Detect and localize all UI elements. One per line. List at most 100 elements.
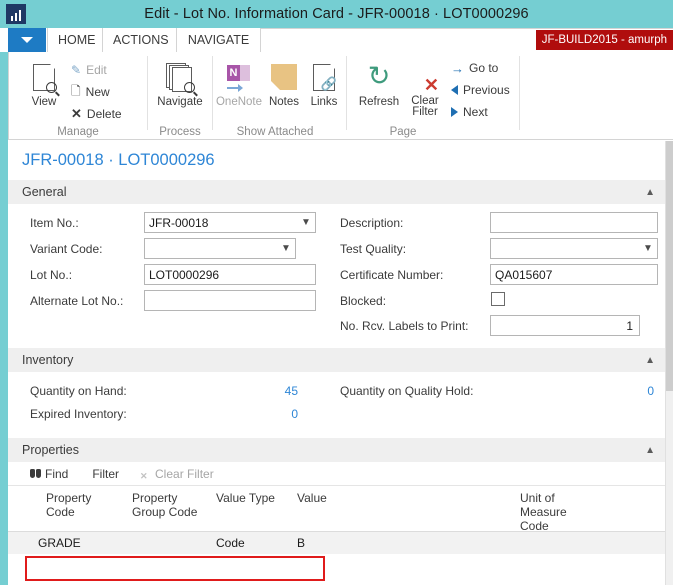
edit-button[interactable]: ✎ Edit (71, 60, 107, 80)
links-chain-icon: 🔗 (303, 58, 345, 96)
section-title-inventory: Inventory (22, 353, 74, 367)
ribbon-group-show-attached: N OneNote Notes 🔗 Links Show Attached (213, 52, 337, 140)
triangle-left-icon (451, 85, 458, 95)
ribbon-toolbar: View ✎ Edit 🗋 New ✕ Delete Manage Naviga… (8, 52, 673, 140)
application-menu-button[interactable] (8, 28, 46, 52)
properties-grid-header: Property Code Property Group Code Value … (8, 486, 665, 533)
dynamics-nav-logo-icon (6, 4, 26, 24)
go-to-button[interactable]: → Go to (451, 58, 498, 78)
variant-code-dropdown-arrow[interactable]: ▼ (278, 239, 294, 258)
arrow-right-icon: → (451, 60, 464, 76)
section-header-properties[interactable]: Properties ▲ (8, 438, 665, 462)
title-bar: Edit - Lot No. Information Card - JFR-00… (0, 0, 673, 28)
cell-value-type: Code (216, 536, 245, 550)
quantity-on-hand-value[interactable]: 45 (238, 384, 298, 398)
chevron-down-icon (21, 37, 33, 43)
properties-toolbar: Find Filter ✕ Clear Filter (8, 462, 665, 486)
chevron-up-icon[interactable]: ▲ (645, 187, 655, 198)
test-quality-input[interactable] (490, 238, 658, 259)
column-header-value[interactable]: Value (297, 491, 367, 505)
pencil-icon: ✎ (71, 63, 82, 77)
clear-filter-icon: ✕ (140, 470, 148, 481)
notes-button[interactable]: Notes (263, 58, 305, 108)
ribbon-group-process: Navigate Process (148, 52, 212, 140)
column-header-unit-of-measure-code[interactable]: Unit of Measure Code (520, 491, 580, 533)
ribbon-separator (519, 56, 520, 130)
lot-no-input[interactable] (144, 264, 316, 285)
ribbon-group-manage: View ✎ Edit 🗋 New ✕ Delete Manage (9, 52, 147, 140)
description-input[interactable] (490, 212, 658, 233)
general-fields: Item No.: ▼ Variant Code: ▼ Lot No.: Alt… (8, 204, 665, 336)
ribbon-tab-strip: HOME ACTIONS NAVIGATE JF-BUILD2015 - amu… (0, 28, 673, 52)
scrollbar-thumb[interactable] (666, 141, 673, 391)
build-environment-badge: JF-BUILD2015 - amurph (535, 30, 673, 50)
clear-filter-grid-button[interactable]: ✕ Clear Filter (131, 467, 222, 481)
alternate-lot-no-label: Alternate Lot No.: (30, 294, 124, 308)
section-header-inventory[interactable]: Inventory ▲ (8, 348, 665, 372)
cell-property-code: GRADE (38, 536, 81, 550)
column-header-value-type[interactable]: Value Type (216, 491, 284, 505)
quantity-on-hand-label: Quantity on Hand: (30, 384, 127, 398)
delete-button[interactable]: ✕ Delete (71, 104, 122, 124)
page-title: JFR-00018 · LOT0000296 (22, 151, 215, 169)
inventory-fields: Quantity on Hand: 45 Expired Inventory: … (8, 372, 665, 428)
ribbon-group-label-show-attached: Show Attached (236, 126, 314, 138)
section-title-general: General (22, 185, 67, 199)
test-quality-label: Test Quality: (340, 242, 407, 256)
variant-code-input[interactable] (144, 238, 296, 259)
view-document-search-icon (17, 58, 71, 96)
previous-button[interactable]: Previous (451, 80, 510, 100)
column-header-property-code[interactable]: Property Code (46, 491, 116, 519)
delete-x-icon: ✕ (71, 106, 82, 121)
quantity-on-quality-hold-label: Quantity on Quality Hold: (340, 384, 474, 398)
refresh-button[interactable]: ↻ Refresh (353, 58, 405, 109)
cell-value: B (297, 536, 306, 550)
left-accent-strip (0, 52, 8, 585)
navigate-button[interactable]: Navigate (150, 58, 210, 108)
chevron-up-icon[interactable]: ▲ (645, 355, 655, 366)
onenote-button[interactable]: N OneNote (213, 58, 265, 108)
next-button[interactable]: Next (451, 102, 488, 122)
column-header-property-group-code[interactable]: Property Group Code (132, 491, 210, 519)
no-rcv-labels-to-print-input[interactable] (490, 315, 640, 336)
clear-filter-funnel-x-icon: ✕ (423, 75, 439, 95)
tab-home[interactable]: HOME (47, 28, 103, 52)
ribbon-group-label-page: Page (389, 126, 417, 138)
navigate-documents-search-icon (150, 58, 210, 96)
refresh-circular-arrows-icon: ↻ (367, 61, 391, 91)
links-button[interactable]: 🔗 Links (303, 58, 345, 108)
find-button[interactable]: Find (22, 467, 76, 481)
item-no-input[interactable] (144, 212, 316, 233)
new-button[interactable]: 🗋 New (71, 82, 110, 102)
table-row[interactable]: GRADE Code B (8, 532, 665, 554)
lot-no-label: Lot No.: (30, 268, 73, 282)
chevron-up-icon[interactable]: ▲ (645, 445, 655, 456)
clear-filter-button[interactable]: ✕ Clear Filter (403, 58, 447, 118)
item-no-label: Item No.: (30, 216, 79, 230)
page-content: JFR-00018 · LOT0000296 General ▲ Item No… (8, 141, 665, 585)
ribbon-group-label-manage: Manage (57, 126, 99, 138)
item-no-dropdown-arrow[interactable]: ▼ (298, 213, 314, 232)
certificate-number-input[interactable] (490, 264, 658, 285)
test-quality-dropdown-arrow[interactable]: ▼ (640, 239, 656, 258)
window-title: Edit - Lot No. Information Card - JFR-00… (144, 6, 529, 22)
no-rcv-labels-to-print-label: No. Rcv. Labels to Print: (340, 319, 469, 333)
onenote-icon: N (213, 58, 265, 96)
quantity-on-quality-hold-value[interactable]: 0 (594, 384, 654, 398)
tab-navigate[interactable]: NAVIGATE (177, 28, 261, 52)
tab-actions[interactable]: ACTIONS (103, 28, 177, 52)
section-header-general[interactable]: General ▲ (8, 180, 665, 204)
section-title-properties: Properties (22, 443, 79, 457)
description-label: Description: (340, 216, 404, 230)
properties-grid: Property Code Property Group Code Value … (8, 486, 665, 554)
view-button[interactable]: View (17, 58, 71, 108)
tab-strip-filler: JF-BUILD2015 - amurph (261, 28, 673, 52)
filter-button[interactable]: Filter (84, 467, 127, 481)
expired-inventory-label: Expired Inventory: (30, 407, 127, 421)
triangle-right-icon (451, 107, 458, 117)
blocked-checkbox[interactable] (491, 292, 505, 306)
vertical-scrollbar[interactable] (665, 141, 673, 585)
expired-inventory-value[interactable]: 0 (238, 407, 298, 421)
alternate-lot-no-input[interactable] (144, 290, 316, 311)
blocked-label: Blocked: (340, 294, 387, 308)
